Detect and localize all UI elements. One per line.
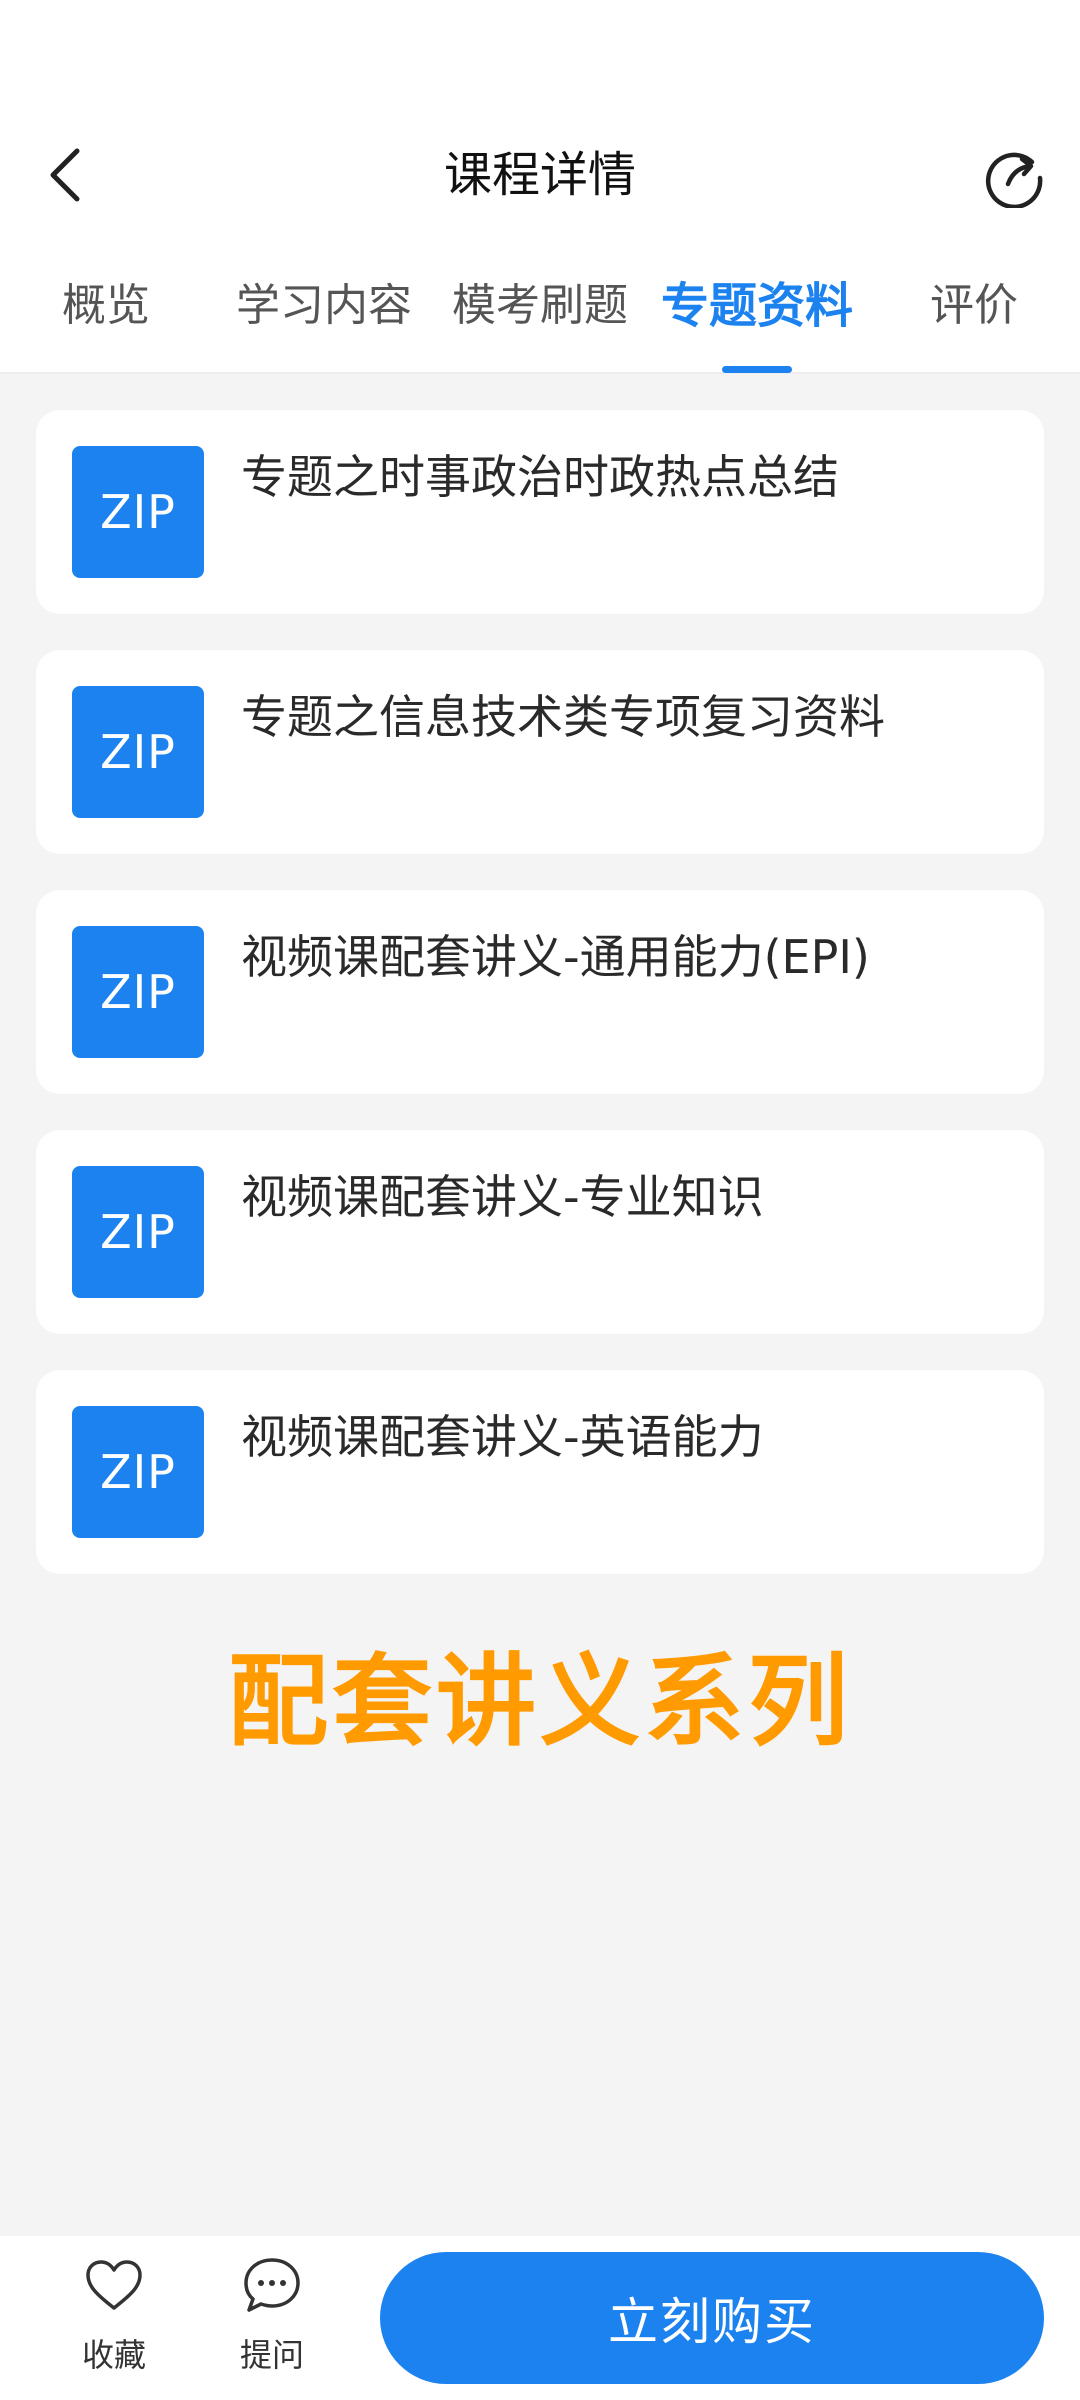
material-title: 专题之信息技术类专项复习资料 — [241, 690, 885, 744]
zip-file-icon: ZIP — [72, 926, 204, 1058]
chevron-left-icon — [50, 148, 80, 202]
page-title: 课程详情 — [443, 147, 636, 203]
material-title: 视频课配套讲义-英语能力 — [241, 1410, 764, 1464]
status-bar — [0, 0, 1080, 120]
tab-reviews[interactable]: 评价 — [904, 250, 1044, 372]
material-item[interactable]: ZIP 专题之时事政治时政热点总结 — [36, 410, 1044, 614]
tab-special-materials[interactable]: 专题资料 — [648, 250, 866, 372]
share-icon — [985, 152, 1043, 208]
material-item[interactable]: ZIP 视频课配套讲义-专业知识 — [36, 1130, 1044, 1334]
favorite-button[interactable]: 收藏 — [54, 2254, 174, 2384]
material-item[interactable]: ZIP 专题之信息技术类专项复习资料 — [36, 650, 1044, 854]
bottom-action-bar: 收藏 提问 立刻购买 — [0, 2236, 1080, 2400]
zip-file-icon: ZIP — [72, 1166, 204, 1298]
tab-mock-exam[interactable]: 模考刷题 — [440, 250, 640, 372]
share-button[interactable] — [980, 142, 1050, 212]
ask-question-button[interactable]: 提问 — [212, 2254, 332, 2384]
buy-now-button[interactable]: 立刻购买 — [380, 2252, 1044, 2384]
app-header: 课程详情 — [0, 120, 1080, 230]
favorite-label: 收藏 — [81, 2336, 146, 2374]
active-tab-indicator — [722, 366, 792, 373]
material-title: 视频课配套讲义-专业知识 — [241, 1170, 764, 1224]
back-button[interactable] — [30, 140, 100, 210]
chat-bubble-icon — [244, 2258, 300, 2312]
tab-overview[interactable]: 概览 — [36, 250, 176, 372]
material-item[interactable]: ZIP 视频课配套讲义-通用能力(EPI) — [36, 890, 1044, 1094]
zip-file-icon: ZIP — [72, 1406, 204, 1538]
tab-learning-content[interactable]: 学习内容 — [224, 250, 424, 372]
material-title: 专题之时事政治时政热点总结 — [241, 450, 839, 504]
material-title: 视频课配套讲义-通用能力(EPI) — [241, 930, 870, 984]
heart-icon — [86, 2260, 142, 2310]
tab-bar: 概览 学习内容 模考刷题 专题资料 评价 — [0, 250, 1080, 374]
promo-text: 配套讲义系列 — [228, 1643, 852, 1760]
zip-file-icon: ZIP — [72, 446, 204, 578]
ask-label: 提问 — [239, 2336, 304, 2374]
material-item[interactable]: ZIP 视频课配套讲义-英语能力 — [36, 1370, 1044, 1574]
materials-list: ZIP 专题之时事政治时政热点总结 ZIP 专题之信息技术类专项复习资料 ZIP… — [0, 374, 1080, 2236]
zip-file-icon: ZIP — [72, 686, 204, 818]
